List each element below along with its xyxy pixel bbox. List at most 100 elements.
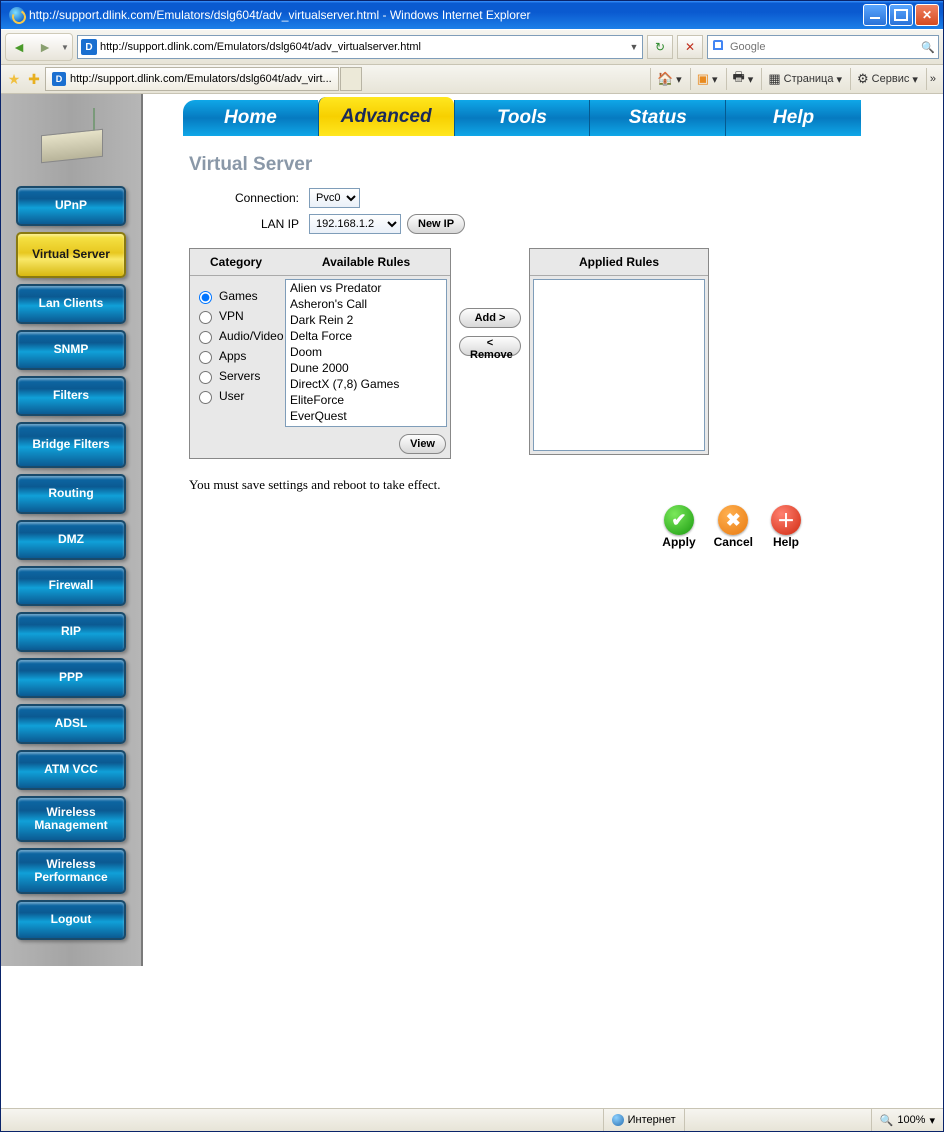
- favorites-star-icon[interactable]: ★: [5, 70, 23, 88]
- available-rules-list[interactable]: Alien vs PredatorAsheron's CallDark Rein…: [285, 279, 447, 427]
- category-radio[interactable]: [199, 311, 212, 324]
- page-tool-button[interactable]: ▦Страница ▾: [761, 68, 848, 90]
- print-tool-button[interactable]: 🖶▾: [726, 68, 760, 90]
- category-radio[interactable]: [199, 371, 212, 384]
- sidebar-item-snmp[interactable]: SNMP: [16, 330, 126, 370]
- sidebar-item-adsl[interactable]: ADSL: [16, 704, 126, 744]
- category-radio[interactable]: [199, 291, 212, 304]
- page-icon: ▦: [768, 71, 780, 87]
- rule-item[interactable]: Dune 2000: [286, 360, 446, 376]
- page-heading: Virtual Server: [189, 154, 831, 176]
- sidebar-item-wireless-performance[interactable]: Wireless Performance: [16, 848, 126, 894]
- window-title: http://support.dlink.com/Emulators/dslg6…: [29, 8, 863, 22]
- tab-tools[interactable]: Tools: [454, 100, 590, 136]
- sidebar-item-dmz[interactable]: DMZ: [16, 520, 126, 560]
- back-button[interactable]: ◄: [6, 34, 32, 60]
- new-tab-button[interactable]: [340, 67, 362, 91]
- search-input[interactable]: [728, 37, 918, 57]
- lanip-select[interactable]: 192.168.1.2: [309, 214, 401, 234]
- window-titlebar: http://support.dlink.com/Emulators/dslg6…: [1, 1, 943, 29]
- forward-button[interactable]: ►: [32, 34, 58, 60]
- sidebar-item-bridge-filters[interactable]: Bridge Filters: [16, 422, 126, 468]
- rule-item[interactable]: Delta Force: [286, 328, 446, 344]
- minimize-button[interactable]: [863, 4, 887, 26]
- sidebar-item-logout[interactable]: Logout: [16, 900, 126, 940]
- category-header: Category: [190, 249, 282, 275]
- refresh-button[interactable]: ↻: [647, 35, 673, 59]
- address-input[interactable]: [100, 38, 626, 56]
- toolbar-overflow[interactable]: »: [926, 68, 939, 90]
- category-vpn[interactable]: VPN: [194, 308, 278, 324]
- rule-item[interactable]: Alien vs Predator: [286, 280, 446, 296]
- category-radio[interactable]: [199, 331, 212, 344]
- rule-item[interactable]: EliteForce: [286, 392, 446, 408]
- rule-item[interactable]: Asheron's Call: [286, 296, 446, 312]
- rule-item[interactable]: DirectX (7,8) Games: [286, 376, 446, 392]
- main-panel: Home Advanced Tools Status Help Virtual …: [143, 94, 861, 966]
- rule-item[interactable]: Doom: [286, 344, 446, 360]
- google-icon: [711, 40, 725, 54]
- add-favorite-icon[interactable]: ✚: [25, 70, 43, 88]
- category-user[interactable]: User: [194, 388, 278, 404]
- category-games[interactable]: Games: [194, 288, 278, 304]
- address-bar[interactable]: D ▼: [77, 35, 643, 59]
- tab-site-icon: D: [52, 72, 66, 86]
- sidebar-item-rip[interactable]: RIP: [16, 612, 126, 652]
- applied-rules-panel: Applied Rules: [529, 248, 709, 455]
- sidebar-item-wireless-management[interactable]: Wireless Management: [16, 796, 126, 842]
- stop-button[interactable]: ✕: [677, 35, 703, 59]
- category-apps[interactable]: Apps: [194, 348, 278, 364]
- maximize-button[interactable]: [889, 4, 913, 26]
- tab-advanced[interactable]: Advanced: [318, 97, 454, 136]
- remove-button[interactable]: < Remove: [459, 336, 521, 356]
- new-ip-button[interactable]: New IP: [407, 214, 465, 234]
- apply-button[interactable]: ✔ Apply: [662, 505, 695, 549]
- help-button[interactable]: ＋ Help: [771, 505, 801, 549]
- rule-item[interactable]: Dark Rein 2: [286, 312, 446, 328]
- plus-icon: ＋: [771, 505, 801, 535]
- connection-label: Connection:: [189, 191, 309, 205]
- print-icon: 🖶: [733, 68, 745, 90]
- feeds-tool-button[interactable]: ▣▾: [690, 68, 724, 90]
- nav-dropdown[interactable]: ▼: [58, 34, 72, 60]
- sidebar-item-upnp[interactable]: UPnP: [16, 186, 126, 226]
- tab-toolbar: ★ ✚ D http://support.dlink.com/Emulators…: [1, 65, 943, 94]
- zoom-control[interactable]: 🔍 100% ▾: [871, 1109, 943, 1131]
- sidebar-item-lan-clients[interactable]: Lan Clients: [16, 284, 126, 324]
- category-list: Games VPN Audio/Video Apps Servers User: [190, 276, 282, 430]
- cancel-button[interactable]: ✖ Cancel: [714, 505, 753, 549]
- page-content: UPnP Virtual Server Lan Clients SNMP Filters…: [1, 94, 943, 1108]
- category-radio[interactable]: [199, 351, 212, 364]
- category-radio[interactable]: [199, 391, 212, 404]
- applied-rules-header: Applied Rules: [530, 249, 708, 275]
- add-button[interactable]: Add >: [459, 308, 521, 328]
- connection-select[interactable]: Pvc0: [309, 188, 360, 208]
- tab-home[interactable]: Home: [183, 100, 318, 136]
- search-go-button[interactable]: 🔍: [918, 41, 938, 54]
- address-bar-row: ◄ ► ▼ D ▼ ↻ ✕ 🔍: [1, 29, 943, 65]
- browser-tab[interactable]: D http://support.dlink.com/Emulators/dsl…: [45, 67, 339, 91]
- home-tool-button[interactable]: 🏠▾: [650, 68, 688, 90]
- sidebar-item-virtual-server[interactable]: Virtual Server: [16, 232, 126, 278]
- tab-status[interactable]: Status: [589, 100, 725, 136]
- category-audio-video[interactable]: Audio/Video: [194, 328, 278, 344]
- search-box[interactable]: 🔍: [707, 35, 939, 59]
- sidebar-item-ppp[interactable]: PPP: [16, 658, 126, 698]
- rule-item[interactable]: EverQuest: [286, 408, 446, 424]
- rule-item[interactable]: Fighter Ace II: [286, 424, 446, 427]
- view-button[interactable]: View: [399, 434, 446, 454]
- close-button[interactable]: ✕: [915, 4, 939, 26]
- sidebar-item-routing[interactable]: Routing: [16, 474, 126, 514]
- home-icon: 🏠: [657, 71, 673, 87]
- address-dropdown[interactable]: ▼: [626, 42, 642, 52]
- globe-icon: [612, 1114, 624, 1126]
- gear-icon: ⚙: [857, 71, 869, 87]
- category-servers[interactable]: Servers: [194, 368, 278, 384]
- sidebar-item-atm-vcc[interactable]: ATM VCC: [16, 750, 126, 790]
- service-tool-button[interactable]: ⚙Сервис ▾: [850, 68, 924, 90]
- sidebar-item-filters[interactable]: Filters: [16, 376, 126, 416]
- sidebar-item-firewall[interactable]: Firewall: [16, 566, 126, 606]
- tab-help[interactable]: Help: [725, 100, 861, 136]
- available-rules-panel: Category Available Rules GamesVPNAudio/V…: [189, 248, 451, 459]
- applied-rules-list[interactable]: [533, 279, 705, 451]
